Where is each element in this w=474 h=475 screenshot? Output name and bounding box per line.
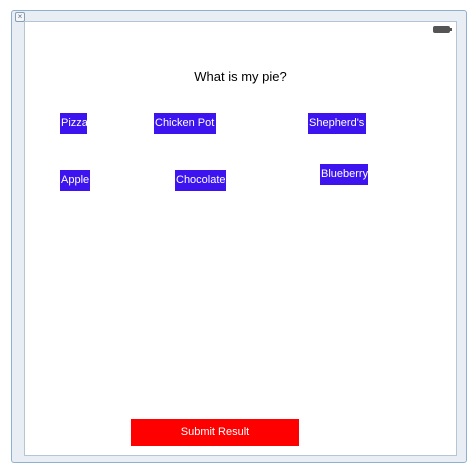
choice-chocolate-button[interactable]: Chocolate — [175, 170, 226, 191]
submit-result-button[interactable]: Submit Result — [131, 419, 299, 446]
window-frame: × What is my pie? Pizza Chicken Pot Shep… — [11, 10, 467, 463]
question-title: What is my pie? — [194, 69, 287, 84]
choice-shepherds-button[interactable]: Shepherd's — [308, 113, 366, 134]
battery-icon — [433, 26, 452, 33]
choice-chicken-pot-button[interactable]: Chicken Pot — [154, 113, 216, 134]
choice-pizza-button[interactable]: Pizza — [60, 113, 87, 134]
choice-blueberry-button[interactable]: Blueberry — [320, 164, 368, 185]
choice-apple-button[interactable]: Apple — [60, 170, 90, 191]
app-canvas: What is my pie? Pizza Chicken Pot Shephe… — [24, 21, 457, 456]
